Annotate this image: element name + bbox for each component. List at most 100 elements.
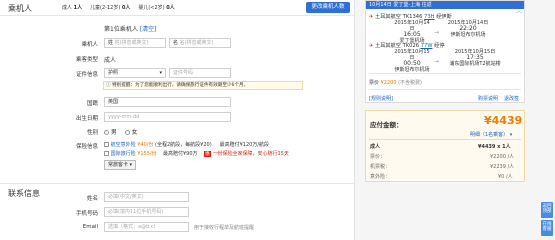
tax-label: 机票税： <box>370 164 391 170</box>
leg2-arrival: 2015年10月15日 17:35 浦东国际机场T2航站楼 <box>444 49 506 67</box>
contact-phone-input[interactable]: 必填(境内11位手机号码) <box>104 207 189 217</box>
leg1-arrival: 2015年10月14日 22:20 伊斯坦布尔机场 <box>446 20 490 38</box>
passenger-counts: 成人 1人 儿童(2-12岁) 0人 婴儿(<2岁) 0人 <box>62 4 175 11</box>
birth-label: 出生日期 <box>75 116 98 122</box>
online-service-button[interactable]: 在线客服 <box>541 220 553 236</box>
payment-summary-panel: 应付金额： ¥4439 明细（1名乘客） ▾ 成人 ¥4439 x 1人 票价：… <box>365 110 525 182</box>
back-to-top-button[interactable]: 返回顶部 <box>541 202 553 218</box>
contact-name-label: 姓名 <box>86 196 98 202</box>
id-notice: ⓘ 特别提醒：为了您能顺利出行，请确保旅行证件有效期至少6个月。 <box>103 81 303 90</box>
child-label: 儿童(2-12岁) <box>90 5 121 11</box>
divider <box>369 73 521 74</box>
infant-count: 0人 <box>166 5 175 11</box>
total-title: 应付金额： <box>370 121 403 129</box>
first-passenger-heading: 第1位乘机人 [清空] <box>104 24 156 33</box>
gift-badge-icon: 惠 <box>203 151 211 157</box>
rules-link[interactable]: [规则说明] <box>369 95 393 102</box>
contact-phone-label: 手机号码 <box>75 211 98 217</box>
ticket-label: 票价： <box>370 154 386 160</box>
tax-value: ¥2239 /人 <box>490 164 515 170</box>
id-type-value: 护照 <box>108 70 119 76</box>
adult-count: 1人 <box>73 5 83 11</box>
surname-input[interactable]: 姓 姓(拼音或英文) <box>104 38 166 48</box>
booking-form: 乘机人 成人 1人 儿童(2-12岁) 0人 婴儿(<2岁) 0人 更改乘机人数… <box>0 0 355 240</box>
leg1-title: ✈ 土耳其航空 TK1346 73H 经伊斯 <box>369 13 452 20</box>
insurance-label: 保险信息 <box>75 144 98 150</box>
divider <box>0 183 355 184</box>
price-detail-link[interactable]: 明细（1名乘客） ▾ <box>470 131 512 138</box>
purchase-info-link[interactable]: 购票说明 <box>478 95 498 102</box>
leg2-arr-airport: 浦东国际机场T2航站楼 <box>449 61 501 67</box>
insurance-2-row: 国际旅行险 ¥155/份 最高赔付¥90万 惠 一份保险全家保障，安心随行15天 <box>104 150 289 157</box>
adult-label: 成人 <box>62 5 73 11</box>
ticket-value: ¥2200 /人 <box>490 154 515 160</box>
contact-email-note: 用于接收行程单及航班提醒 <box>194 225 255 231</box>
insurance-2-note: 一份保险全家保障，安心随行15天 <box>212 151 289 157</box>
given-name-input[interactable]: 名 名(拼音或英文) <box>169 38 231 48</box>
chevron-down-icon: ▾ <box>509 132 513 138</box>
flight-header: 10月14日 爱丁堡-上海 往返 <box>366 1 524 9</box>
given-placeholder: 名(拼音或英文) <box>179 40 214 46</box>
adult-row-value: ¥4439 x 1人 <box>478 144 511 150</box>
insurance-1-checkbox[interactable] <box>104 142 109 147</box>
passenger-section-title: 乘机人 <box>8 4 32 13</box>
leg1-arr-airport: 伊斯坦布尔机场 <box>450 32 486 38</box>
change-passenger-count-button[interactable]: 更改乘机人数 <box>306 2 350 13</box>
divider <box>369 89 521 90</box>
contact-name-input[interactable]: 必填(中文/英文) <box>104 192 189 202</box>
fare-row: 票价 ¥2200 (不含税费) <box>369 79 422 86</box>
gender-label: 性别 <box>86 130 98 136</box>
fare-label: 票价 <box>369 80 380 86</box>
insurance-1-cover: 最高赔付¥120万/航段 <box>219 142 270 148</box>
gender-male-label: 男 <box>110 129 117 136</box>
type-value: 成人 <box>104 57 117 64</box>
insurance-fee-value: ¥0 /人 <box>498 174 513 180</box>
arrow-right-icon: → <box>434 58 440 65</box>
insurance-2-cover: 最高赔付¥90万 <box>162 151 198 157</box>
fare-note: (不含税费) <box>398 80 423 86</box>
price-detail-text: 明细（1名乘客） <box>470 132 509 138</box>
info-icon: ⓘ <box>106 83 111 88</box>
id-number-input[interactable]: 证件号码 <box>169 68 231 78</box>
nationality-label: 国籍 <box>86 101 98 107</box>
id-type-select[interactable]: 护照 ▾ <box>104 68 166 78</box>
insurance-2-checkbox[interactable] <box>104 151 109 156</box>
contact-section-title: 联系信息 <box>8 189 40 198</box>
insurance-2-name[interactable]: 国际旅行险 <box>111 151 136 157</box>
divider <box>369 139 521 140</box>
chevron-up-icon[interactable]: ︿ <box>516 6 522 15</box>
contact-email-label: Email <box>82 224 98 230</box>
arrow-right-icon: → <box>434 29 440 36</box>
fare-value: ¥2200 <box>380 80 397 86</box>
surname-prefix: 姓 <box>108 40 114 46</box>
insurance-fee-label: 意外险： <box>370 174 391 180</box>
infant-label: 婴儿(<2岁) <box>138 5 165 11</box>
total-amount: ¥4439 <box>484 114 523 127</box>
frequent-flyer-button[interactable]: 常旅客卡 ▾ <box>104 160 136 170</box>
insurance-1-price: ¥40/份 <box>137 142 154 148</box>
insurance-1-name[interactable]: 航空意外险 <box>111 142 136 148</box>
contact-email-input[interactable]: 选填（格式：a@b.c） <box>104 222 189 232</box>
leg2-stop: 经停 <box>434 43 445 49</box>
leg1-departure: 2015年10月14日 16:05 爱丁堡机场 <box>394 20 430 44</box>
gender-female-label: 女 <box>131 129 138 136</box>
gender-female-radio[interactable] <box>124 130 130 135</box>
name-label: 乘机人 <box>81 42 98 48</box>
leg2-departure: 2015年10月15日 00:50 伊斯坦布尔机场 <box>394 49 430 73</box>
type-label: 乘客类型 <box>75 57 98 63</box>
refund-change-link[interactable]: 退改签 <box>504 95 519 102</box>
insurance-2-price: ¥155/份 <box>137 151 157 157</box>
gender-male-radio[interactable] <box>104 130 109 135</box>
divider <box>0 15 355 16</box>
birth-date-input[interactable]: yyyy-mm-dd <box>104 112 231 122</box>
gender-options: 男 女 <box>104 127 138 136</box>
insurance-1-row: 航空意外险 ¥40/份 (全程2航段，每航段¥20) 最高赔付¥120万/航段 <box>104 141 269 148</box>
child-count: 0人 <box>121 5 131 11</box>
nationality-input[interactable]: 英国 <box>104 97 231 107</box>
airline-logo-icon: ✈ <box>369 14 374 20</box>
id-notice-text: 特别提醒：为了您能顺利出行，请确保旅行证件有效期至少6个月。 <box>112 83 249 88</box>
chevron-down-icon: ▾ <box>159 70 162 76</box>
id-label: 证件信息 <box>75 72 98 78</box>
flight-summary-panel: 10月14日 爱丁堡-上海 往返 ✈ 土耳其航空 TK1346 73H 经伊斯 … <box>365 0 525 103</box>
clear-link[interactable]: [清空] <box>140 26 157 33</box>
